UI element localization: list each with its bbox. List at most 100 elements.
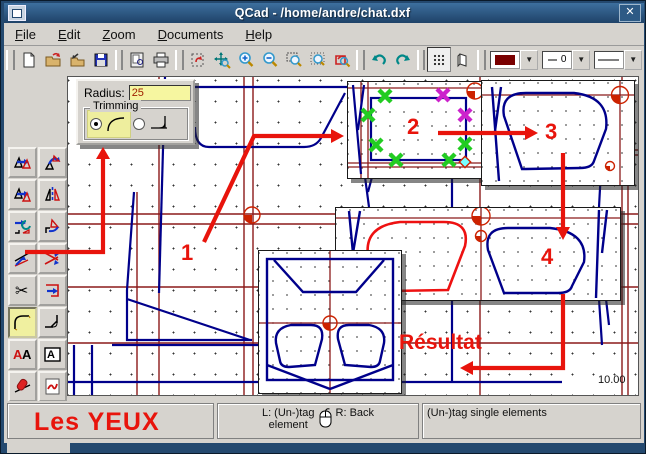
edit-text-icon: AA	[12, 344, 33, 365]
move-icon	[12, 152, 33, 173]
zoom-pan-icon	[213, 51, 231, 69]
new-file-button[interactable]	[17, 47, 41, 72]
tool-mirror[interactable]	[38, 179, 67, 210]
trimming-group: Trimming	[83, 107, 189, 141]
svg-text:A: A	[22, 347, 32, 362]
toolbar-separator	[115, 50, 124, 70]
menu-documents[interactable]: Documents	[147, 25, 235, 44]
system-menu-button[interactable]	[8, 5, 26, 21]
tool-cut[interactable]: ✂	[8, 275, 37, 306]
radio-unchecked-icon[interactable]	[133, 118, 145, 130]
lesson-title: Les YEUX	[34, 408, 213, 437]
new-file-icon	[20, 51, 38, 69]
radio-checked-icon[interactable]	[90, 118, 102, 130]
step3-drawing	[482, 81, 634, 185]
undo-button[interactable]	[367, 47, 391, 72]
grid-icon	[430, 51, 448, 69]
zoom-in-button[interactable]	[234, 47, 258, 72]
delete-icon	[12, 376, 33, 397]
mouse-hint-panel: L: (Un-)tag element R: Back	[217, 403, 419, 439]
result-label: Résultat	[399, 331, 482, 355]
zoom-auto-button[interactable]	[306, 47, 330, 72]
menu-file[interactable]: File	[4, 25, 47, 44]
tool-bevel[interactable]	[38, 307, 67, 338]
menu-zoom[interactable]: Zoom	[91, 25, 146, 44]
left-mouse-hint-2: element	[262, 419, 315, 431]
isometric-grid-icon	[454, 51, 472, 69]
tool-move[interactable]	[8, 147, 37, 178]
radius-input[interactable]	[129, 85, 191, 101]
tool-detail[interactable]	[38, 371, 67, 402]
redraw-icon	[189, 51, 207, 69]
close-button[interactable]: ✕	[619, 4, 641, 22]
tool-text[interactable]: A	[38, 339, 67, 370]
mirror-icon	[42, 184, 63, 205]
toolbar-handle[interactable]	[6, 50, 15, 70]
tool-rotate[interactable]	[38, 147, 67, 178]
step4-label: 4	[541, 244, 553, 270]
chevron-down-icon[interactable]: ▼	[572, 50, 590, 70]
close-file-button[interactable]	[65, 47, 89, 72]
tool-options-panel: Radius: Trimming	[76, 79, 195, 145]
tool-trim[interactable]	[8, 243, 37, 274]
trim-two-icon	[42, 248, 63, 269]
chevron-down-icon[interactable]: ▼	[624, 50, 642, 70]
print-icon	[152, 51, 170, 69]
zoom-previous-button[interactable]	[330, 47, 354, 72]
trim-icon	[12, 248, 33, 269]
step3-label: 3	[545, 119, 557, 145]
lesson-title-panel: Les YEUX	[7, 403, 214, 439]
zoom-window-icon	[285, 51, 303, 69]
tool-edit-text[interactable]: AA	[8, 339, 37, 370]
trim-option-round[interactable]	[87, 110, 131, 138]
width-line-icon	[548, 58, 558, 62]
cat-face-drawing	[259, 251, 401, 393]
trimming-label: Trimming	[90, 100, 141, 112]
zoom-out-icon	[261, 51, 279, 69]
right-mouse-hint: R: Back	[336, 407, 375, 419]
toolbar-separator	[175, 50, 184, 70]
tool-delete[interactable]	[8, 371, 37, 402]
line-width-select[interactable]: 0 ▼	[542, 50, 590, 70]
isometric-grid-button[interactable]	[451, 47, 475, 72]
action-hint: (Un-)tag single elements	[427, 407, 640, 419]
zoom-out-button[interactable]	[258, 47, 282, 72]
move-rotate-icon	[12, 216, 33, 237]
color-select[interactable]: ▼	[490, 50, 538, 70]
menu-edit[interactable]: Edit	[47, 25, 91, 44]
save-file-button[interactable]	[89, 47, 113, 72]
menu-help[interactable]: Help	[234, 25, 283, 44]
tool-round[interactable]	[8, 307, 37, 338]
rotate-icon	[42, 152, 63, 173]
tool-scale[interactable]	[38, 211, 67, 242]
chevron-down-icon[interactable]: ▼	[520, 50, 538, 70]
zoom-window-button[interactable]	[282, 47, 306, 72]
no-trim-corner-icon	[147, 114, 171, 134]
print-preview-button[interactable]	[125, 47, 149, 72]
trim-option-none[interactable]	[131, 111, 173, 137]
redo-icon	[394, 51, 412, 69]
tool-trim-two[interactable]	[38, 243, 67, 274]
zoom-pan-button[interactable]	[210, 47, 234, 72]
print-button[interactable]	[149, 47, 173, 72]
step3-panel	[481, 80, 635, 186]
redraw-button[interactable]	[186, 47, 210, 72]
tool-move-copy[interactable]	[8, 179, 37, 210]
save-file-icon	[92, 51, 110, 69]
redo-button[interactable]	[391, 47, 415, 72]
svg-text:A: A	[47, 349, 55, 361]
print-preview-icon	[128, 51, 146, 69]
zoom-in-icon	[237, 51, 255, 69]
action-hint-panel: (Un-)tag single elements	[422, 403, 641, 439]
grid-toggle-button[interactable]	[427, 47, 451, 72]
window-title: QCad - /home/andre/chat.dxf	[26, 6, 619, 20]
tool-move-rotate[interactable]	[8, 211, 37, 242]
open-file-button[interactable]	[41, 47, 65, 72]
line-style-select[interactable]: ▼	[594, 50, 642, 70]
menubar: File Edit Zoom Documents Help	[4, 23, 644, 46]
zoom-previous-icon	[333, 51, 351, 69]
tool-stretch[interactable]	[38, 275, 67, 306]
toolbar-separator	[417, 50, 426, 70]
titlebar[interactable]: QCad - /home/andre/chat.dxf ✕	[4, 3, 644, 23]
move-copy-icon	[12, 184, 33, 205]
